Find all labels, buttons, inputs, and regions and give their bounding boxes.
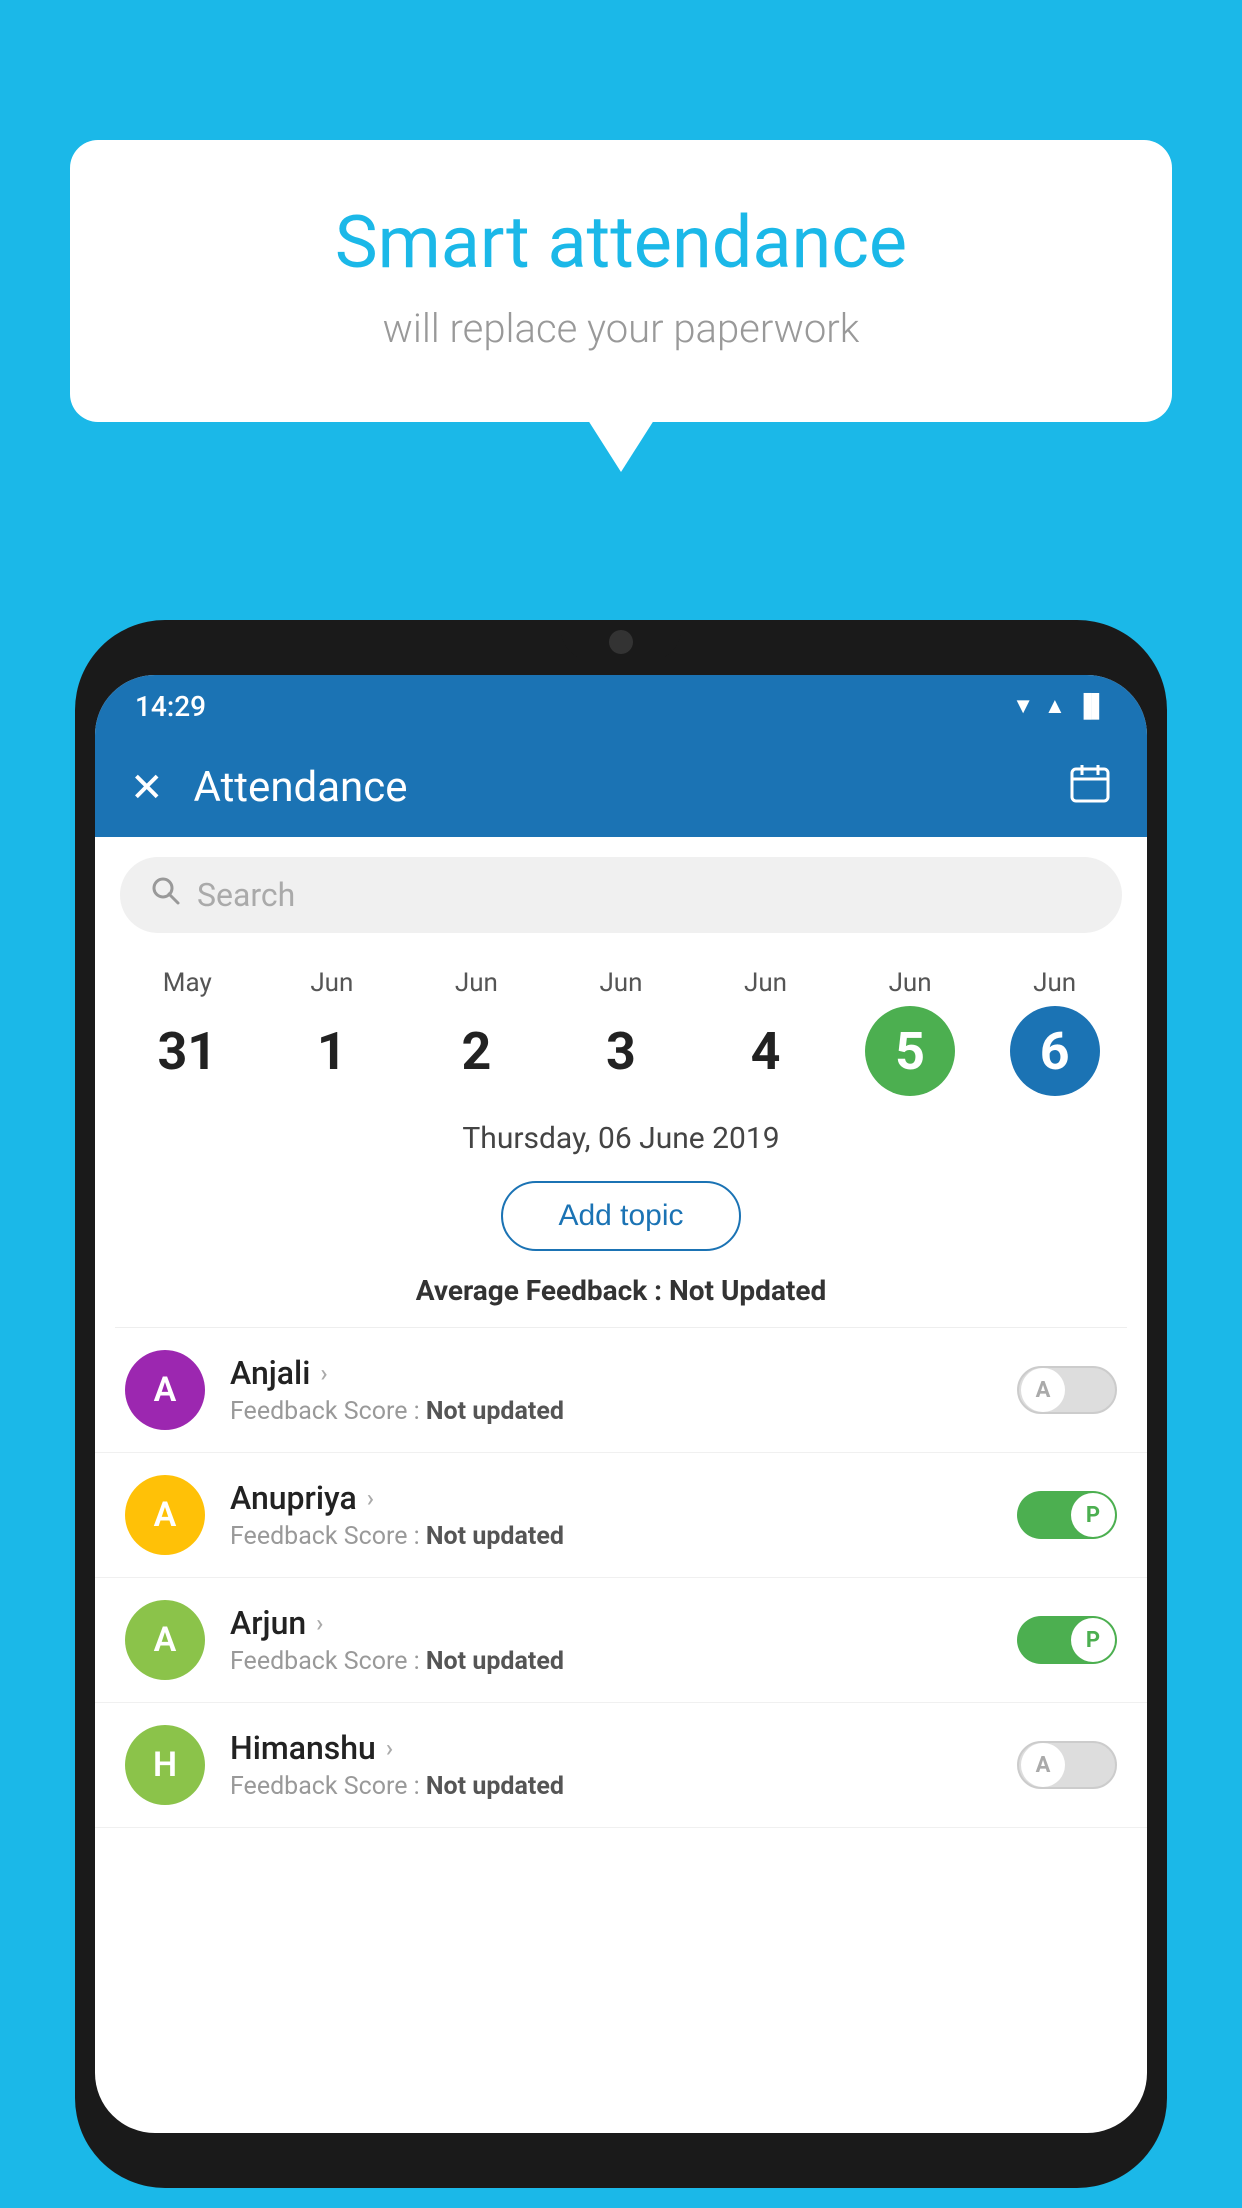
calendar-row: May 31 Jun 1 Jun 2 Jun 3 Jun 4 Jun 5 Jun 6 (95, 953, 1147, 1101)
speech-bubble: Smart attendance will replace your paper… (70, 140, 1172, 422)
student-name: Anjali › (230, 1354, 992, 1392)
chevron-icon: › (316, 1609, 323, 1637)
cal-month-label: May (163, 968, 212, 998)
calendar-day[interactable]: Jun 3 (566, 968, 676, 1096)
cal-date-label: 6 (1010, 1006, 1100, 1096)
calendar-day[interactable]: Jun 1 (277, 968, 387, 1096)
status-bar: 14:29 ▼ ▲ ▐▌ (95, 675, 1147, 737)
toggle-thumb: A (1021, 1368, 1065, 1412)
chevron-icon: › (386, 1734, 393, 1762)
avatar: A (125, 1350, 205, 1430)
toggle-thumb: P (1071, 1618, 1115, 1662)
signal-icon: ▲ (1044, 693, 1066, 719)
student-row[interactable]: H Himanshu › Feedback Score : Not updated A (95, 1703, 1147, 1828)
close-button[interactable]: ✕ (130, 764, 164, 811)
avatar: H (125, 1725, 205, 1805)
cal-month-label: Jun (1033, 968, 1076, 998)
avg-feedback-label: Average Feedback : (416, 1274, 669, 1307)
cal-month-label: Jun (599, 968, 642, 998)
attendance-toggle[interactable]: P (1017, 1616, 1117, 1664)
calendar-day[interactable]: Jun 2 (421, 968, 531, 1096)
attendance-toggle[interactable]: A (1017, 1366, 1117, 1414)
student-info: Arjun › Feedback Score : Not updated (230, 1604, 992, 1676)
wifi-icon: ▼ (1012, 693, 1034, 719)
student-name: Anupriya › (230, 1479, 992, 1517)
bubble-title: Smart attendance (150, 200, 1092, 285)
cal-month-label: Jun (455, 968, 498, 998)
student-info: Anjali › Feedback Score : Not updated (230, 1354, 992, 1426)
student-name: Arjun › (230, 1604, 992, 1642)
avg-feedback: Average Feedback : Not Updated (95, 1266, 1147, 1327)
student-name: Himanshu › (230, 1729, 992, 1767)
search-placeholder: Search (197, 876, 295, 914)
cal-date-label: 4 (721, 1006, 811, 1096)
student-row[interactable]: A Anjali › Feedback Score : Not updated A (95, 1328, 1147, 1453)
avatar: A (125, 1600, 205, 1680)
cal-date-label: 5 (865, 1006, 955, 1096)
cal-month-label: Jun (889, 968, 932, 998)
status-time: 14:29 (135, 690, 206, 723)
feedback-score: Feedback Score : Not updated (230, 1772, 992, 1801)
toggle-thumb: P (1071, 1493, 1115, 1537)
calendar-day[interactable]: Jun 6 (1000, 968, 1110, 1096)
cal-month-label: Jun (744, 968, 787, 998)
status-icons: ▼ ▲ ▐▌ (1012, 693, 1107, 719)
phone-camera (609, 630, 633, 654)
search-icon (150, 875, 182, 915)
chevron-icon: › (320, 1359, 327, 1387)
feedback-score: Feedback Score : Not updated (230, 1397, 992, 1426)
calendar-day[interactable]: Jun 4 (711, 968, 821, 1096)
students-list: AAnjali ›Feedback Score : Not updatedAAA… (95, 1328, 1147, 1828)
feedback-score: Feedback Score : Not updated (230, 1647, 992, 1676)
selected-date: Thursday, 06 June 2019 (95, 1101, 1147, 1166)
attendance-toggle[interactable]: P (1017, 1491, 1117, 1539)
student-row[interactable]: A Arjun › Feedback Score : Not updated P (95, 1578, 1147, 1703)
cal-date-label: 1 (287, 1006, 377, 1096)
battery-icon: ▐▌ (1076, 693, 1107, 719)
student-info: Himanshu › Feedback Score : Not updated (230, 1729, 992, 1801)
calendar-day[interactable]: May 31 (132, 968, 242, 1096)
avatar: A (125, 1475, 205, 1555)
chevron-icon: › (367, 1484, 374, 1512)
student-row[interactable]: A Anupriya › Feedback Score : Not updated P (95, 1453, 1147, 1578)
cal-month-label: Jun (310, 968, 353, 998)
feedback-score: Feedback Score : Not updated (230, 1522, 992, 1551)
speech-bubble-container: Smart attendance will replace your paper… (70, 140, 1172, 422)
student-info: Anupriya › Feedback Score : Not updated (230, 1479, 992, 1551)
calendar-icon[interactable] (1068, 761, 1112, 814)
cal-date-label: 3 (576, 1006, 666, 1096)
toggle-thumb: A (1021, 1743, 1065, 1787)
cal-date-label: 31 (142, 1006, 232, 1096)
phone-frame: 14:29 ▼ ▲ ▐▌ ✕ Attendance (75, 620, 1167, 2188)
cal-date-label: 2 (431, 1006, 521, 1096)
avg-feedback-value: Not Updated (669, 1274, 826, 1307)
search-container[interactable]: Search (120, 857, 1122, 933)
calendar-day[interactable]: Jun 5 (855, 968, 965, 1096)
phone-screen: 14:29 ▼ ▲ ▐▌ ✕ Attendance (95, 675, 1147, 2133)
add-topic-button[interactable]: Add topic (501, 1181, 740, 1251)
bubble-subtitle: will replace your paperwork (150, 305, 1092, 352)
app-bar: ✕ Attendance (95, 737, 1147, 837)
app-bar-title: Attendance (194, 763, 1038, 812)
attendance-toggle[interactable]: A (1017, 1741, 1117, 1789)
phone-notch (561, 620, 681, 660)
